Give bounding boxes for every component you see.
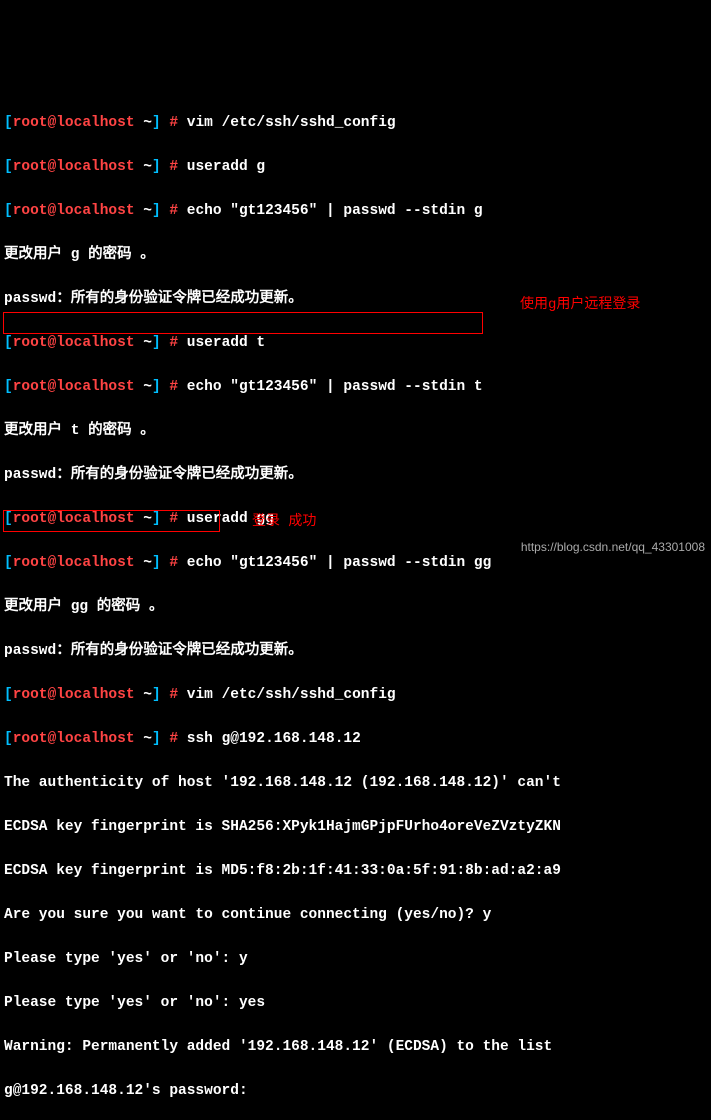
prompt-user: root [13,687,48,703]
prompt-hash: # [161,115,187,131]
bracket: [ [4,555,13,571]
prompt-host: localhost [56,115,134,131]
output-line: Are you sure you want to continue connec… [4,904,707,926]
prompt-path: ~ [135,379,152,395]
output-line: 更改用户 g 的密码 。 [4,244,707,266]
at-sign: @ [48,115,57,131]
prompt-host: localhost [56,731,134,747]
line: [root@localhost ~] # useradd g [4,156,707,178]
prompt-hash: # [161,511,187,527]
bracket: [ [4,115,13,131]
prompt-user: root [13,379,48,395]
command-text: vim /etc/ssh/sshd_config [187,115,396,131]
prompt-user: root [13,335,48,351]
output-line: The authenticity of host '192.168.148.12… [4,772,707,794]
at-sign: @ [48,159,57,175]
prompt-hash: # [161,731,187,747]
command-text: useradd t [187,335,265,351]
bracket: ] [152,379,161,395]
at-sign: @ [48,731,57,747]
bracket: ] [152,687,161,703]
prompt-host: localhost [56,159,134,175]
line: [root@localhost ~] # echo "gt123456" | p… [4,200,707,222]
bracket: ] [152,335,161,351]
at-sign: @ [48,379,57,395]
output-line: passwd：所有的身份验证令牌已经成功更新。 [4,464,707,486]
prompt-user: root [13,159,48,175]
bracket: ] [152,115,161,131]
bracket: ] [152,203,161,219]
prompt-hash: # [161,203,187,219]
bracket: [ [4,511,13,527]
bracket: [ [4,379,13,395]
bracket: ] [152,511,161,527]
prompt-user: root [13,731,48,747]
prompt-path: ~ [135,115,152,131]
annotation-remote-login: 使用g用户远程登录 [520,294,640,316]
bracket: ] [152,731,161,747]
output-line: Warning: Permanently added '192.168.148.… [4,1036,707,1058]
prompt-host: localhost [56,203,134,219]
line: [root@localhost ~] # useradd t [4,332,707,354]
prompt-path: ~ [135,335,152,351]
command-text: vim /etc/ssh/sshd_config [187,687,396,703]
at-sign: @ [48,203,57,219]
prompt-hash: # [161,335,187,351]
prompt-user: root [13,555,48,571]
bracket: ] [152,555,161,571]
prompt-hash: # [161,687,187,703]
bracket: [ [4,687,13,703]
prompt-user: root [13,203,48,219]
prompt-host: localhost [56,379,134,395]
terminal-output: [root@localhost ~] # vim /etc/ssh/sshd_c… [4,90,707,1120]
prompt-hash: # [161,159,187,175]
line: [root@localhost ~] # echo "gt123456" | p… [4,376,707,398]
prompt-path: ~ [135,159,152,175]
command-text: echo "gt123456" | passwd --stdin gg [187,555,492,571]
bracket: [ [4,731,13,747]
command-text: echo "gt123456" | passwd --stdin t [187,379,483,395]
bracket: [ [4,335,13,351]
bracket: [ [4,159,13,175]
prompt-hash: # [161,379,187,395]
at-sign: @ [48,335,57,351]
at-sign: @ [48,511,57,527]
output-line: 更改用户 t 的密码 。 [4,420,707,442]
command-text: ssh g@192.168.148.12 [187,731,361,747]
output-line: ECDSA key fingerprint is SHA256:XPyk1Haj… [4,816,707,838]
output-line: passwd：所有的身份验证令牌已经成功更新。 [4,640,707,662]
prompt-path: ~ [135,203,152,219]
output-line: Please type 'yes' or 'no': yes [4,992,707,1014]
line: [root@localhost ~] # ssh g@192.168.148.1… [4,728,707,750]
annotation-login-success: 登录 成功 [252,511,316,533]
bracket: [ [4,203,13,219]
prompt-path: ~ [135,555,152,571]
output-line: 更改用户 gg 的密码 。 [4,596,707,618]
line: [root@localhost ~] # vim /etc/ssh/sshd_c… [4,112,707,134]
prompt-host: localhost [56,555,134,571]
bracket: ] [152,159,161,175]
at-sign: @ [48,555,57,571]
output-line: Please type 'yes' or 'no': y [4,948,707,970]
prompt-host: localhost [56,335,134,351]
prompt-hash: # [161,555,187,571]
line: [root@localhost ~] # useradd gg [4,508,707,530]
prompt-path: ~ [135,687,152,703]
prompt-path: ~ [135,511,152,527]
watermark-text: https://blog.csdn.net/qq_43301008 [521,536,705,558]
prompt-user: root [13,511,48,527]
prompt-path: ~ [135,731,152,747]
at-sign: @ [48,687,57,703]
output-line: g@192.168.148.12's password: [4,1080,707,1102]
line: [root@localhost ~] # vim /etc/ssh/sshd_c… [4,684,707,706]
output-line: ECDSA key fingerprint is MD5:f8:2b:1f:41… [4,860,707,882]
prompt-host: localhost [56,687,134,703]
prompt-host: localhost [56,511,134,527]
command-text: useradd g [187,159,265,175]
prompt-user: root [13,115,48,131]
command-text: echo "gt123456" | passwd --stdin g [187,203,483,219]
